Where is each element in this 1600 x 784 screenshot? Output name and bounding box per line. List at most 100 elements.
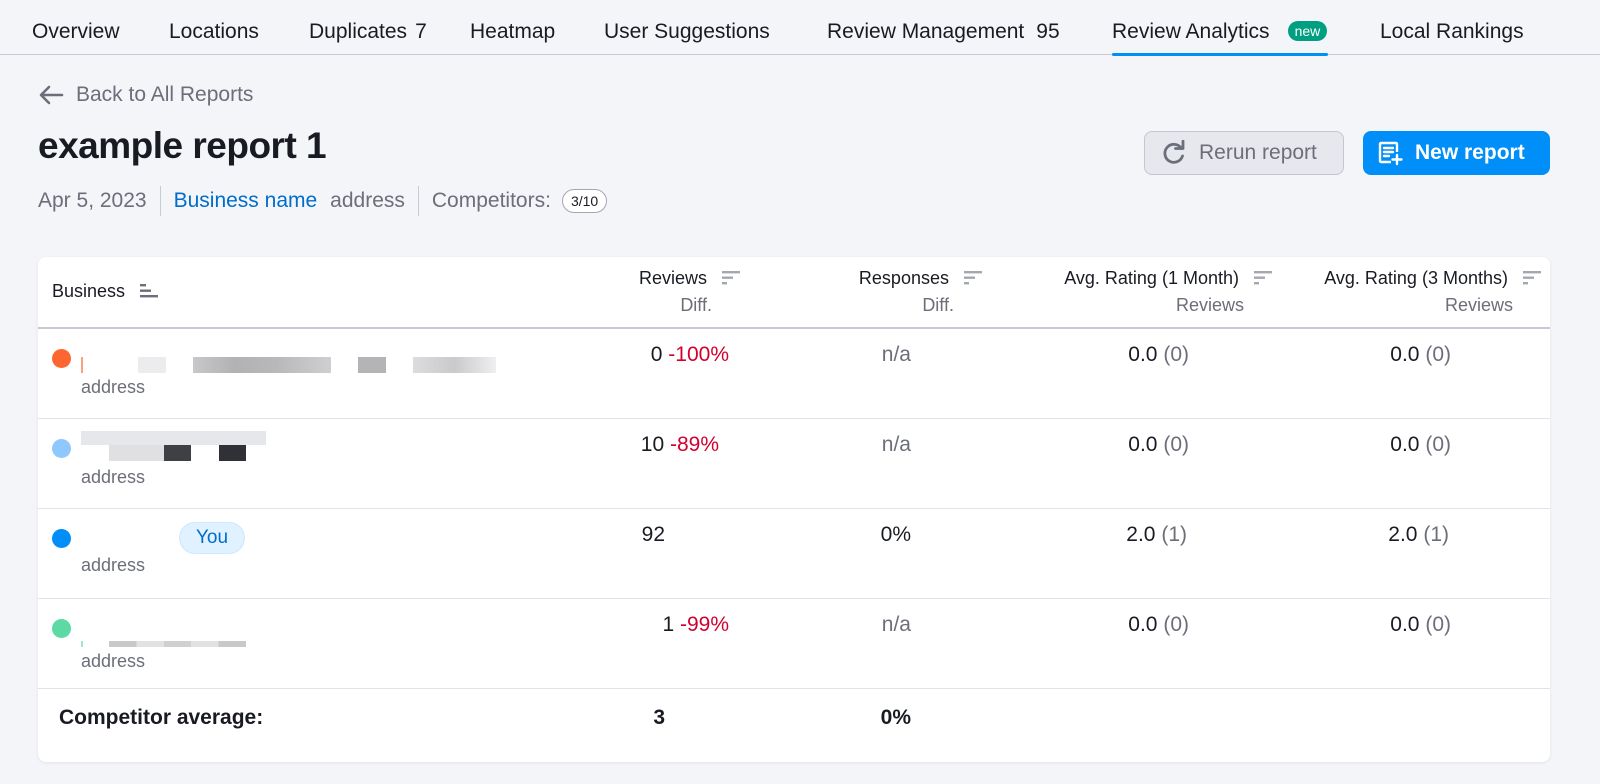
responses-value: 0% bbox=[880, 523, 911, 546]
responses-value: n/a bbox=[881, 613, 911, 636]
rating-count: (0) bbox=[1425, 613, 1451, 636]
new-report-icon bbox=[1378, 141, 1403, 166]
legend-dot bbox=[52, 439, 71, 458]
column-avg-rating-1m[interactable]: Avg. Rating (1 Month) Reviews bbox=[1064, 268, 1272, 316]
tab-count: 95 bbox=[1036, 20, 1060, 43]
tab-local-rankings[interactable]: Local Rankings bbox=[1380, 0, 1524, 55]
business-address: address bbox=[81, 467, 146, 487]
rating-count: (0) bbox=[1425, 343, 1451, 366]
reviews-count: 0 bbox=[650, 343, 663, 366]
competitors-count-badge: 3/10 bbox=[561, 189, 608, 213]
responses-value: n/a bbox=[881, 433, 911, 456]
competitor-average-responses: 0% bbox=[880, 706, 911, 729]
reviews-value: 0 -100% bbox=[651, 343, 729, 367]
sort-icon[interactable] bbox=[1254, 270, 1272, 286]
column-sublabel: Reviews bbox=[1175, 295, 1244, 315]
column-sublabel: Diff. bbox=[680, 295, 712, 315]
rating: 0.0 bbox=[1390, 433, 1420, 456]
table-row-you: You address 92 0% 2.0 (1) 2.0 (1) bbox=[38, 509, 1550, 599]
competitor-average-reviews: 3 bbox=[653, 706, 665, 729]
reviews-count: 1 bbox=[662, 613, 675, 636]
column-reviews[interactable]: Reviews Diff. bbox=[638, 268, 740, 316]
column-business[interactable]: Business bbox=[52, 281, 159, 302]
tab-heatmap[interactable]: Heatmap bbox=[470, 0, 555, 55]
rating: 2.0 bbox=[1126, 523, 1156, 546]
legend-dot bbox=[52, 349, 71, 368]
divider bbox=[417, 186, 419, 216]
rating-3m-value: 2.0 (1) bbox=[1388, 523, 1449, 547]
tab-label: Locations bbox=[169, 20, 259, 43]
new-report-label: New report bbox=[1415, 141, 1525, 164]
tab-label: Overview bbox=[32, 20, 120, 43]
rating-1m-value: 0.0 (0) bbox=[1128, 343, 1189, 367]
tab-label: User Suggestions bbox=[604, 20, 770, 43]
rating: 0.0 bbox=[1128, 343, 1158, 366]
rating-1m-value: 0.0 (0) bbox=[1128, 433, 1189, 457]
rating-count: (1) bbox=[1161, 523, 1187, 546]
table-row: address 0 -100% n/a 0.0 (0) 0.0 (0) bbox=[38, 329, 1550, 419]
tab-label: Heatmap bbox=[470, 20, 556, 43]
reviews-diff: -89% bbox=[669, 433, 719, 456]
sort-icon[interactable] bbox=[964, 270, 982, 286]
report-tabs: Overview Locations Duplicates 7 Heatmap U… bbox=[0, 0, 1600, 56]
tab-count: 7 bbox=[415, 20, 427, 43]
tab-review-analytics[interactable]: Review Analytics new bbox=[1112, 0, 1329, 56]
reviews-count: 92 bbox=[641, 523, 665, 546]
rating: 0.0 bbox=[1128, 433, 1158, 456]
rerun-report-label: Rerun report bbox=[1199, 141, 1317, 164]
rating: 0.0 bbox=[1390, 343, 1420, 366]
business-name-link[interactable]: Business name bbox=[174, 189, 318, 213]
tab-label: Review Analytics bbox=[1112, 20, 1270, 43]
back-link-label: Back to All Reports bbox=[76, 83, 254, 106]
table-header: Business Reviews Diff. Responses Diff. A… bbox=[38, 257, 1550, 329]
column-avg-rating-3m[interactable]: Avg. Rating (3 Months) Reviews bbox=[1324, 268, 1541, 316]
competitors-table: Business Reviews Diff. Responses Diff. A… bbox=[38, 257, 1550, 762]
sort-icon[interactable] bbox=[140, 283, 159, 299]
tab-duplicates[interactable]: Duplicates 7 bbox=[309, 0, 427, 55]
tab-locations[interactable]: Locations bbox=[169, 0, 259, 55]
new-badge: new bbox=[1287, 21, 1328, 41]
arrow-left-icon bbox=[39, 85, 64, 105]
tab-overview[interactable]: Overview bbox=[32, 0, 120, 55]
competitor-average-row: Competitor average: 3 0% bbox=[38, 682, 1550, 762]
tab-review-management[interactable]: Review Management 95 bbox=[827, 0, 1060, 55]
rating-3m-value: 0.0 (0) bbox=[1390, 613, 1451, 637]
page-title: example report 1 bbox=[38, 125, 327, 166]
column-label: Responses bbox=[858, 268, 949, 288]
column-label: Reviews bbox=[638, 268, 707, 288]
competitor-average-label: Competitor average: bbox=[59, 706, 264, 729]
rating-count: (0) bbox=[1163, 613, 1189, 636]
you-badge: You bbox=[179, 522, 246, 554]
responses-value: n/a bbox=[881, 343, 911, 366]
rating: 2.0 bbox=[1388, 523, 1418, 546]
column-label: Avg. Rating (1 Month) bbox=[1064, 268, 1239, 288]
business-address: address bbox=[330, 189, 405, 212]
column-label: Avg. Rating (3 Months) bbox=[1324, 268, 1508, 288]
rating-count: (1) bbox=[1423, 523, 1449, 546]
sort-icon[interactable] bbox=[722, 270, 740, 286]
column-responses[interactable]: Responses Diff. bbox=[858, 268, 982, 316]
back-to-reports-link[interactable]: Back to All Reports bbox=[38, 82, 253, 108]
rating-1m-value: 0.0 (0) bbox=[1128, 613, 1189, 637]
tab-user-suggestions[interactable]: User Suggestions bbox=[604, 0, 770, 55]
reviews-diff: -100% bbox=[668, 343, 729, 366]
business-address: address bbox=[81, 651, 146, 671]
rating: 0.0 bbox=[1128, 613, 1158, 636]
legend-dot bbox=[52, 619, 71, 638]
business-address: address bbox=[81, 555, 146, 575]
business-address: address bbox=[81, 377, 146, 397]
report-date: Apr 5, 2023 bbox=[38, 189, 147, 212]
sort-icon[interactable] bbox=[1523, 270, 1541, 286]
table-row: address 1 -99% n/a 0.0 (0) 0.0 (0) bbox=[38, 599, 1550, 689]
reviews-value: 92 bbox=[642, 523, 665, 547]
new-report-button[interactable]: New report bbox=[1363, 131, 1550, 175]
column-label: Business bbox=[52, 281, 126, 301]
tab-label: Duplicates bbox=[309, 20, 408, 43]
rating-count: (0) bbox=[1425, 433, 1451, 456]
rating-3m-value: 0.0 (0) bbox=[1390, 343, 1451, 367]
tab-label: Local Rankings bbox=[1380, 20, 1524, 43]
rerun-report-button[interactable]: Rerun report bbox=[1144, 131, 1344, 175]
rating-1m-value: 2.0 (1) bbox=[1126, 523, 1187, 547]
report-meta: Apr 5, 2023 Business name address Compet… bbox=[38, 186, 608, 216]
reviews-value: 10 -89% bbox=[641, 433, 719, 457]
